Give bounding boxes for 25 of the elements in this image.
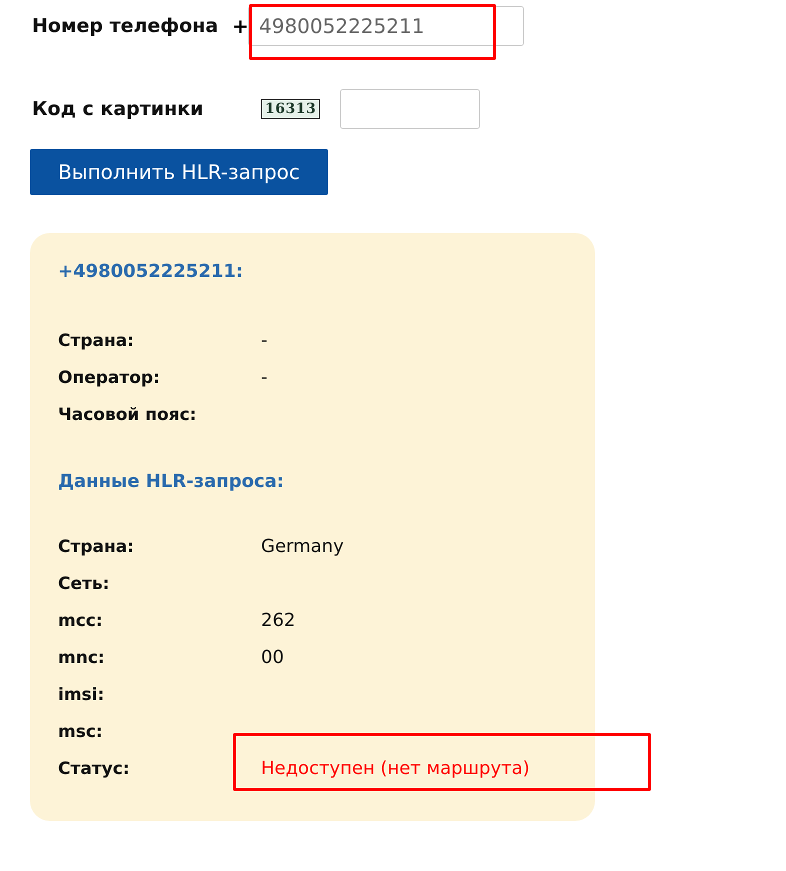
field-label: Номер телефона xyxy=(31,15,220,37)
field-label: Оператор: xyxy=(58,368,161,388)
field-label: Страна: xyxy=(58,330,135,350)
field-label: Страна: xyxy=(58,536,135,556)
captcha-code: 16313 xyxy=(261,99,320,119)
field-label: Статус: xyxy=(58,758,131,778)
field-value: Germany xyxy=(261,536,344,557)
phone-input[interactable]: 4980052225211 xyxy=(248,6,524,46)
result-title: +4980052225211: xyxy=(58,261,244,282)
submit-button[interactable]: Выполнить HLR-запрос xyxy=(30,149,328,195)
field-label: Код с картинки xyxy=(31,98,204,120)
field-value: - xyxy=(261,367,268,388)
field-label: mcc: xyxy=(58,610,104,630)
field-label: imsi: xyxy=(58,684,106,704)
captcha-input[interactable] xyxy=(340,89,480,129)
status-value: Недоступен (нет маршрута) xyxy=(261,758,530,779)
field-label: msc: xyxy=(58,722,104,742)
phone-prefix: + xyxy=(232,14,248,38)
field-value: 00 xyxy=(261,647,284,668)
field-label: mnc: xyxy=(58,648,106,668)
field-value: - xyxy=(261,330,268,351)
section-title: Данные HLR-запроса: xyxy=(58,471,285,492)
field-label: Часовой пояс: xyxy=(58,404,198,424)
field-label: Сеть: xyxy=(58,574,110,594)
field-value: 262 xyxy=(261,610,296,631)
